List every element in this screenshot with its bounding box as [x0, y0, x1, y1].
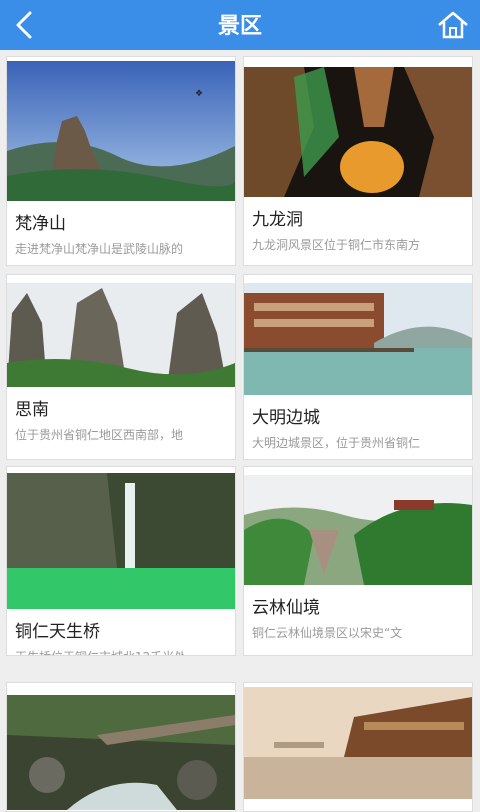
spot-card[interactable]: 九龙洞 九龙洞风景区位于铜仁市东南方: [243, 56, 473, 266]
spot-card[interactable]: ❖ 梵净山 走进梵净山梵净山是武陵山脉的: [6, 56, 236, 266]
spot-card[interactable]: 云林仙境 铜仁云林仙境景区以宋史“文: [243, 466, 473, 656]
spot-image: [7, 283, 235, 387]
spot-image: [244, 687, 472, 799]
spot-description: 铜仁云林仙境景区以宋史“文: [252, 626, 403, 640]
spot-image: [244, 67, 472, 197]
spot-description: 大明边城景区，位于贵州省铜仁: [252, 436, 421, 450]
scenic-spot-grid: ❖ 梵净山 走进梵净山梵净山是武陵山脉的 九龙洞 九龙洞风景区位于铜仁市东南方 …: [0, 50, 480, 812]
app-header: 景区: [0, 0, 480, 50]
spot-name: 铜仁天生桥: [15, 622, 100, 642]
home-icon[interactable]: [436, 10, 470, 40]
spot-name: 九龙洞: [252, 210, 303, 230]
page-title: 景区: [217, 14, 262, 39]
spot-name: 大明边城: [252, 408, 320, 428]
spot-description: 走进梵净山梵净山是武陵山脉的: [15, 242, 184, 256]
spot-description: 天生桥位于铜仁市城北12千米处: [15, 648, 227, 655]
spot-name: 思南: [15, 400, 49, 420]
spot-image: [244, 475, 472, 585]
spot-image: [7, 473, 235, 609]
spot-description: 九龙洞风景区位于铜仁市东南方: [252, 238, 421, 252]
spot-card[interactable]: [6, 682, 236, 812]
spot-description: 位于贵州省铜仁地区西南部，地: [15, 428, 184, 442]
spot-name: 云林仙境: [252, 598, 320, 618]
spot-image: [7, 695, 235, 810]
spot-name: 梵净山: [15, 214, 66, 234]
spot-card[interactable]: 铜仁天生桥 天生桥位于铜仁市城北12千米处: [6, 466, 236, 656]
spot-image: [244, 283, 472, 395]
spot-card[interactable]: 思南 位于贵州省铜仁地区西南部，地: [6, 274, 236, 460]
spot-image: ❖: [7, 61, 235, 201]
spot-card[interactable]: 大明边城 大明边城景区，位于贵州省铜仁: [243, 274, 473, 460]
spot-card[interactable]: [243, 682, 473, 812]
svg-text:❖: ❖: [195, 89, 203, 99]
